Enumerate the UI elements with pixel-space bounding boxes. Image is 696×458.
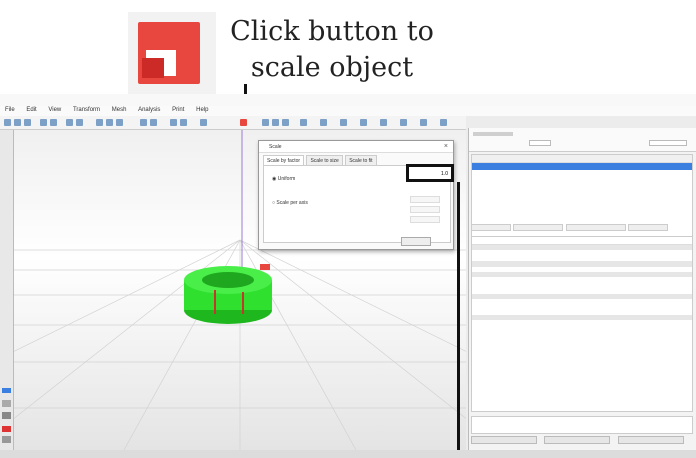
mirror-icon[interactable]: [150, 119, 157, 126]
new-icon[interactable]: [4, 119, 11, 126]
export-icon[interactable]: [440, 119, 447, 126]
undo-icon[interactable]: [40, 119, 47, 126]
rotate-icon[interactable]: [76, 119, 83, 126]
per-axis-radio[interactable]: ○ Scale per axis: [272, 200, 308, 206]
menu-bar: File Edit View Transform Mesh Analysis P…: [0, 106, 696, 116]
align-icon[interactable]: [170, 119, 177, 126]
scale-factor-input[interactable]: 1.0: [406, 164, 454, 182]
tool-strip-icon[interactable]: [2, 412, 11, 419]
tool-strip-icon[interactable]: [2, 400, 11, 407]
close-icon[interactable]: ×: [444, 143, 448, 150]
uniform-radio[interactable]: ◉ Uniform: [272, 176, 295, 182]
object-list-header: [472, 155, 692, 163]
cut-icon[interactable]: [140, 119, 147, 126]
duplicate-icon[interactable]: [180, 119, 187, 126]
properties-table: [471, 236, 693, 412]
menu-print[interactable]: Print: [167, 106, 189, 114]
panel-button-2[interactable]: [544, 436, 611, 444]
open-icon[interactable]: [14, 119, 21, 126]
tab-advanced[interactable]: [565, 224, 626, 231]
per-axis-label: Scale per axis: [276, 200, 308, 206]
scale-y-field[interactable]: [410, 206, 440, 213]
panel-buttons: [471, 436, 693, 446]
dialog-title-bar: Scale: [259, 141, 453, 153]
hex-nut-object[interactable]: [184, 264, 272, 324]
support-icon[interactable]: [400, 119, 407, 126]
scale-button[interactable]: [240, 119, 247, 126]
menu-edit[interactable]: Edit: [21, 106, 41, 114]
scale-x-field[interactable]: [410, 196, 440, 203]
header-label: [473, 132, 513, 136]
uniform-label: Uniform: [277, 176, 296, 182]
menu-file[interactable]: File: [0, 106, 20, 114]
callout-line-1: Click button to: [230, 16, 434, 47]
emboss-icon[interactable]: [380, 119, 387, 126]
property-row: [472, 331, 692, 336]
layer-select[interactable]: [529, 140, 551, 146]
view-side-icon[interactable]: [116, 119, 123, 126]
save-icon[interactable]: [24, 119, 31, 126]
status-bar: [0, 450, 696, 458]
callout-text: Click button to scale object: [222, 14, 442, 86]
left-tool-strip: [0, 130, 14, 450]
dialog-title: Scale: [269, 144, 282, 150]
panel-button-1[interactable]: [471, 436, 537, 444]
callout-line-2: scale object: [250, 52, 414, 83]
redo-icon[interactable]: [50, 119, 57, 126]
move-icon[interactable]: [66, 119, 73, 126]
menu-help[interactable]: Help: [191, 106, 213, 114]
tab-properties[interactable]: [471, 224, 511, 231]
right-panel: [468, 128, 696, 450]
scale-object-icon: [128, 12, 216, 94]
tab-mesh[interactable]: [627, 224, 668, 231]
menu-transform[interactable]: Transform: [68, 106, 105, 114]
scale-factor-value: 1.0: [441, 171, 448, 177]
news-panel: [471, 416, 693, 434]
tab-geometry[interactable]: [513, 224, 564, 231]
menu-view[interactable]: View: [43, 106, 66, 114]
slice-icon[interactable]: [420, 119, 427, 126]
property-tabs: [471, 224, 693, 234]
object-list-row-selected[interactable]: [472, 163, 692, 170]
menu-mesh[interactable]: Mesh: [107, 106, 132, 114]
hollow-icon[interactable]: [272, 119, 279, 126]
panel-header: [469, 128, 696, 152]
view-front-icon[interactable]: [96, 119, 103, 126]
properties-toolbar: [472, 237, 692, 245]
toolbar: [0, 116, 466, 130]
section-icon[interactable]: [320, 119, 327, 126]
scale-dialog: Scale × Scale by factor Scale to size Sc…: [258, 140, 454, 250]
tool-strip-icon[interactable]: [2, 436, 11, 443]
title-bar: [0, 94, 696, 106]
menu-analysis[interactable]: Analysis: [133, 106, 165, 114]
tool-strip-active-icon[interactable]: [2, 388, 11, 393]
measure-icon[interactable]: [200, 119, 207, 126]
tool-strip-color-icon[interactable]: [2, 426, 11, 432]
print-select[interactable]: [649, 140, 687, 146]
dialog-tabs: Scale by factor Scale to size Scale to f…: [263, 155, 378, 167]
panel-button-3[interactable]: [617, 436, 684, 444]
texture-icon[interactable]: [340, 119, 347, 126]
callout-pointer-2: [457, 182, 460, 458]
boolean-icon[interactable]: [300, 119, 307, 126]
label-icon[interactable]: [360, 119, 367, 126]
view-top-icon[interactable]: [106, 119, 113, 126]
repair-icon[interactable]: [262, 119, 269, 126]
scale-z-field[interactable]: [410, 216, 440, 223]
apply-button[interactable]: [401, 237, 431, 246]
extrude-icon[interactable]: [282, 119, 289, 126]
